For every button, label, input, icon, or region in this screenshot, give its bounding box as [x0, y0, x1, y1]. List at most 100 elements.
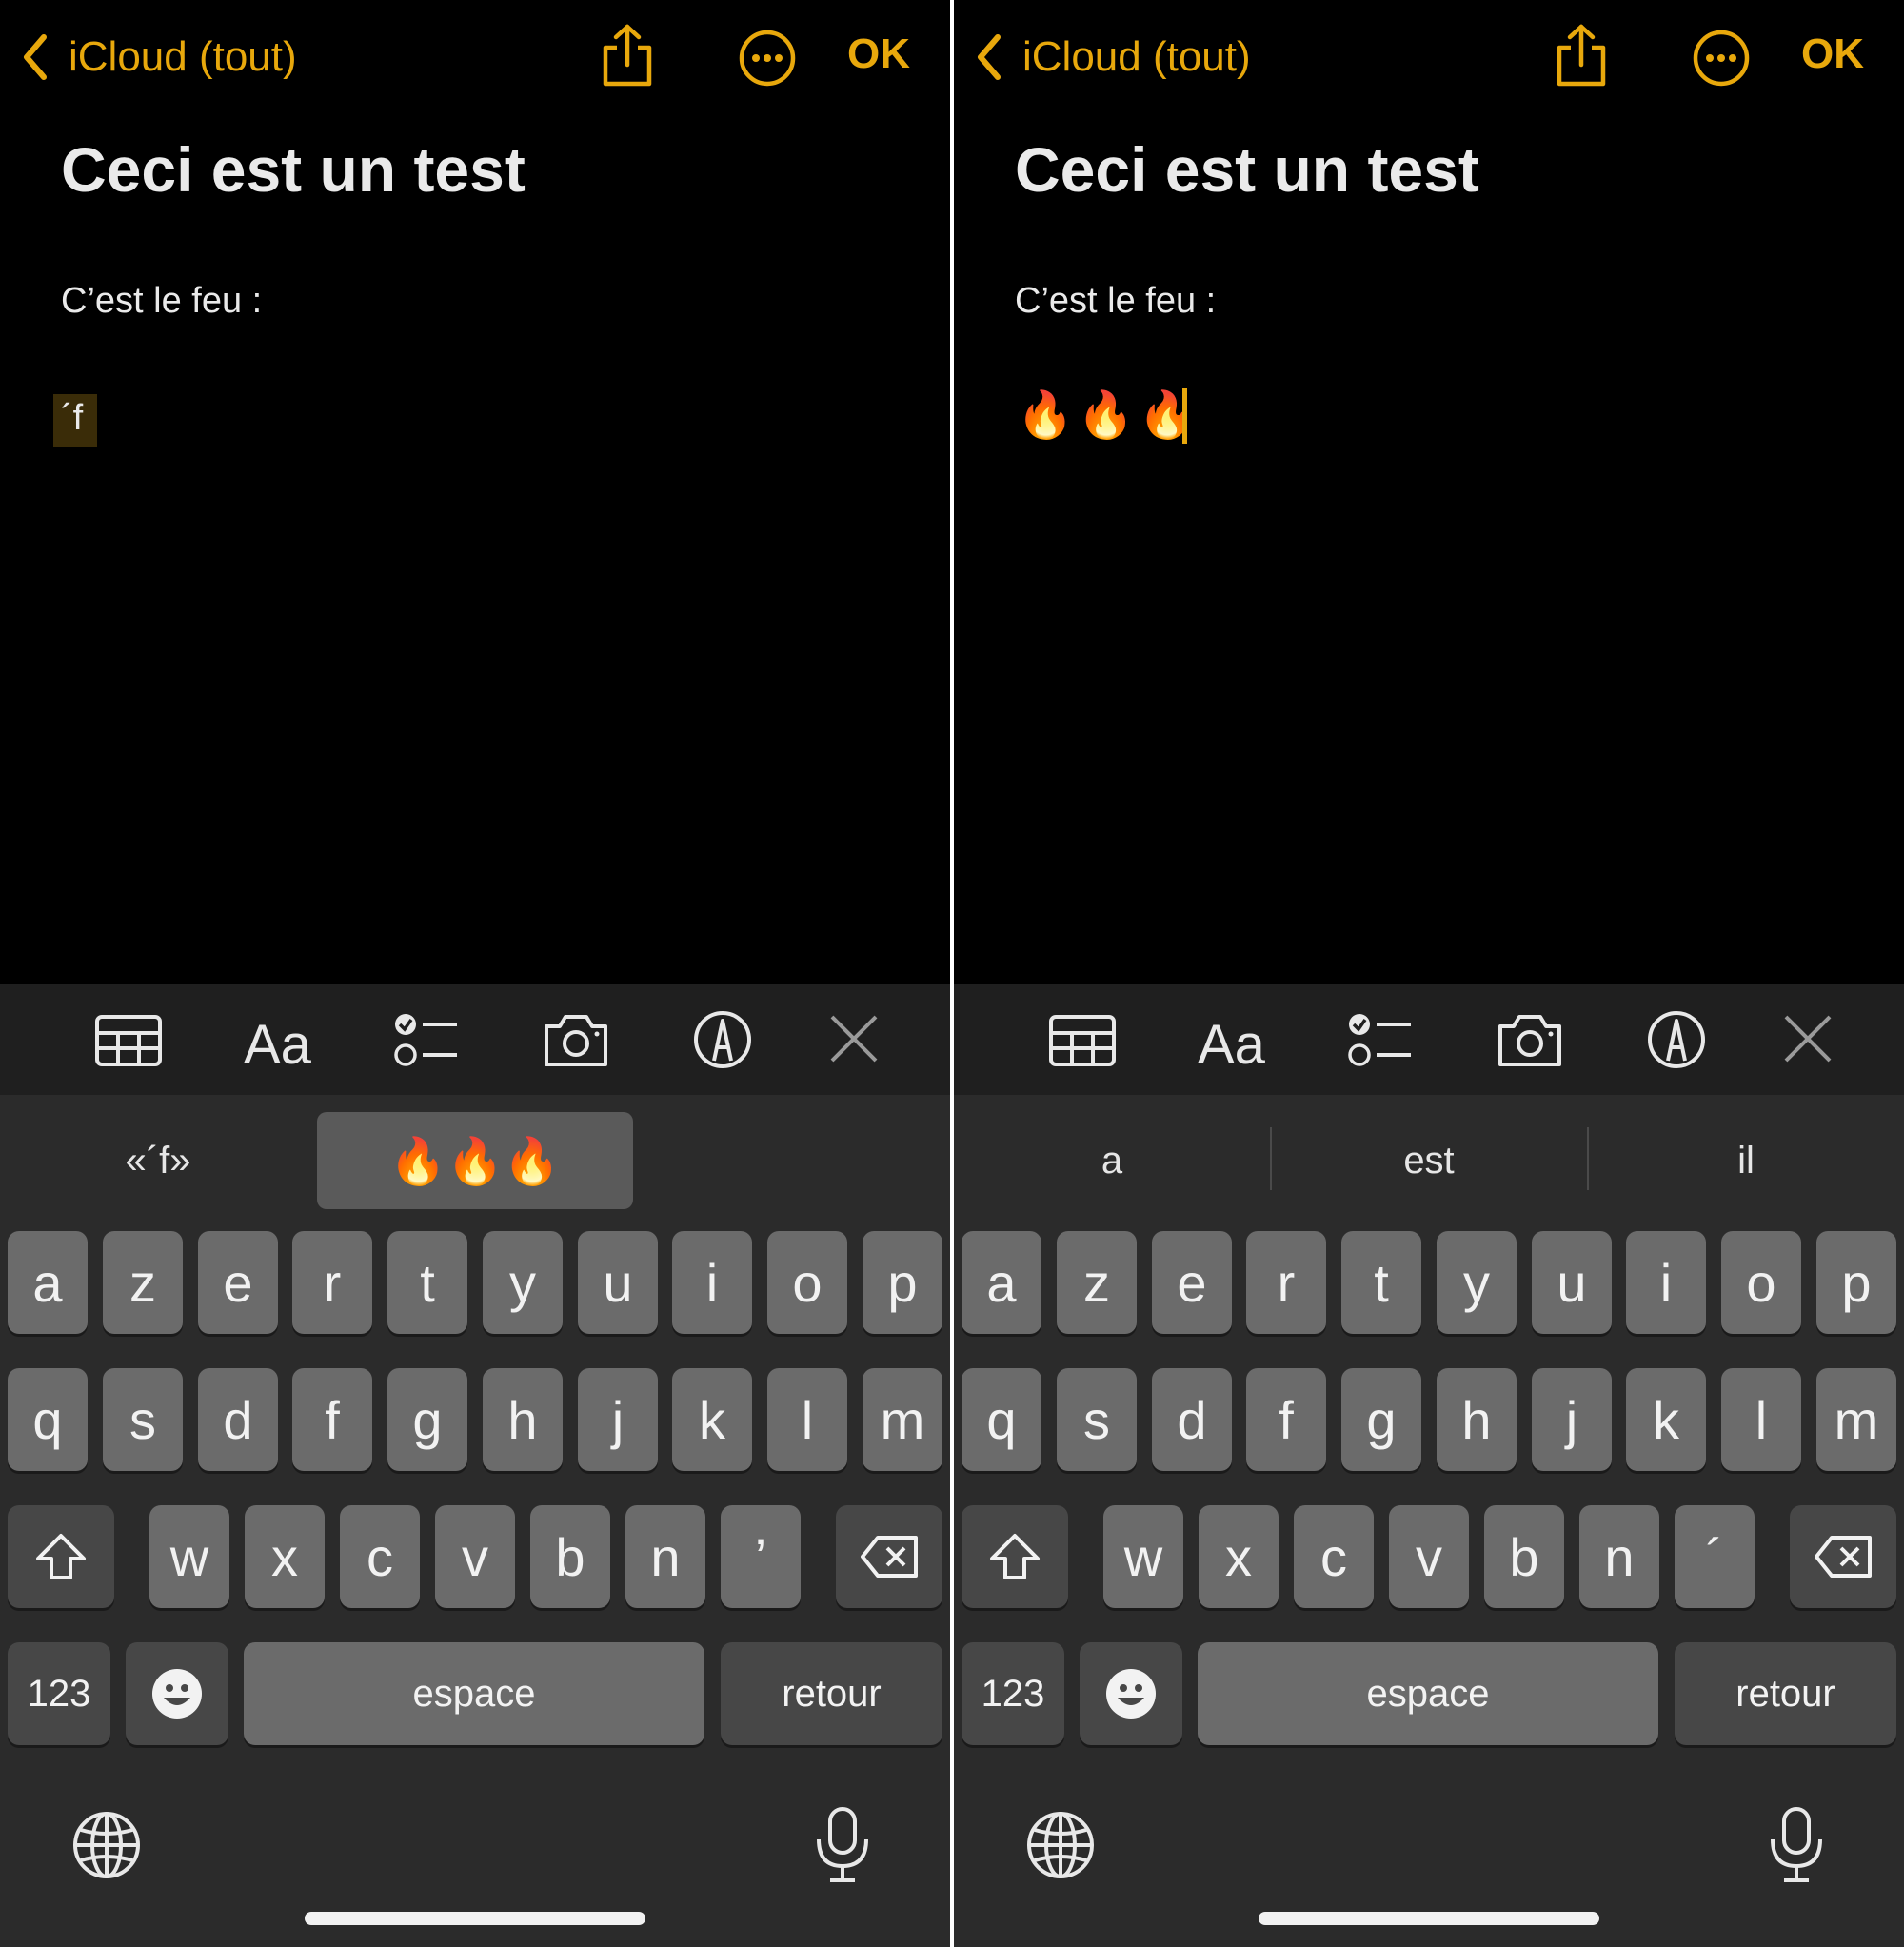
key-v[interactable]: v	[1389, 1505, 1469, 1608]
key-g[interactable]: g	[1341, 1368, 1421, 1471]
more-icon[interactable]	[1692, 29, 1751, 88]
emoji-text[interactable]: 🔥🔥🔥	[1017, 386, 1199, 447]
key-p[interactable]: p	[1816, 1231, 1896, 1334]
emoji-key[interactable]	[126, 1642, 228, 1745]
backspace-key[interactable]	[1790, 1505, 1896, 1608]
camera-icon[interactable]	[1495, 1007, 1565, 1072]
key-h[interactable]: h	[483, 1368, 563, 1471]
space-key[interactable]: espace	[244, 1642, 704, 1745]
key-s[interactable]: s	[1057, 1368, 1137, 1471]
key-n[interactable]: n	[1579, 1505, 1659, 1608]
shift-key[interactable]	[962, 1505, 1068, 1608]
back-button[interactable]: iCloud (tout)	[19, 27, 297, 88]
table-icon[interactable]	[93, 1007, 164, 1072]
suggestion-2[interactable]: 🔥🔥🔥	[317, 1112, 633, 1209]
markup-icon[interactable]	[687, 1007, 758, 1072]
suggestion-1[interactable]: «´f»	[0, 1112, 316, 1209]
ok-button[interactable]: OK	[847, 30, 910, 78]
key-acute-accent[interactable]: ´	[1675, 1505, 1755, 1608]
checklist-icon[interactable]	[1344, 1007, 1415, 1072]
key-c[interactable]: c	[1294, 1505, 1374, 1608]
key-j[interactable]: j	[578, 1368, 658, 1471]
key-l[interactable]: l	[767, 1368, 847, 1471]
note-body-text[interactable]: C’est le feu :	[61, 281, 262, 322]
numbers-key[interactable]: 123	[8, 1642, 110, 1745]
key-m[interactable]: m	[863, 1368, 942, 1471]
key-w[interactable]: w	[1103, 1505, 1183, 1608]
emoji-key[interactable]	[1080, 1642, 1182, 1745]
camera-icon[interactable]	[541, 1007, 611, 1072]
key-y[interactable]: y	[483, 1231, 563, 1334]
key-a[interactable]: a	[962, 1231, 1041, 1334]
close-icon[interactable]	[819, 1007, 889, 1072]
note-title[interactable]: Ceci est un test	[61, 133, 526, 206]
key-q[interactable]: q	[962, 1368, 1041, 1471]
key-f[interactable]: f	[292, 1368, 372, 1471]
key-v[interactable]: v	[435, 1505, 515, 1608]
key-e[interactable]: e	[1152, 1231, 1232, 1334]
key-n[interactable]: n	[625, 1505, 705, 1608]
key-z[interactable]: z	[103, 1231, 183, 1334]
return-key[interactable]: retour	[1675, 1642, 1896, 1745]
key-f[interactable]: f	[1246, 1368, 1326, 1471]
suggestion-1[interactable]: a	[954, 1112, 1270, 1209]
checklist-icon[interactable]	[390, 1007, 461, 1072]
key-m[interactable]: m	[1816, 1368, 1896, 1471]
key-k[interactable]: k	[1626, 1368, 1706, 1471]
suggestion-2[interactable]: est	[1271, 1112, 1587, 1209]
key-z[interactable]: z	[1057, 1231, 1137, 1334]
note-body-text[interactable]: C’est le feu :	[1015, 281, 1216, 322]
key-d[interactable]: d	[1152, 1368, 1232, 1471]
backspace-key[interactable]	[836, 1505, 942, 1608]
key-o[interactable]: o	[767, 1231, 847, 1334]
markup-icon[interactable]	[1641, 1007, 1712, 1072]
key-p[interactable]: p	[863, 1231, 942, 1334]
key-c[interactable]: c	[340, 1505, 420, 1608]
suggestion-3[interactable]: il	[1588, 1112, 1904, 1209]
key-x[interactable]: x	[245, 1505, 325, 1608]
marked-text[interactable]: ´f	[53, 394, 97, 447]
more-icon[interactable]	[738, 29, 797, 88]
format-button[interactable]: Aa	[244, 1013, 311, 1077]
note-title[interactable]: Ceci est un test	[1015, 133, 1479, 206]
microphone-icon[interactable]	[1765, 1805, 1828, 1885]
table-icon[interactable]	[1047, 1007, 1118, 1072]
key-l[interactable]: l	[1721, 1368, 1801, 1471]
format-button[interactable]: Aa	[1198, 1013, 1265, 1077]
key-k[interactable]: k	[672, 1368, 752, 1471]
key-d[interactable]: d	[198, 1368, 278, 1471]
ok-button[interactable]: OK	[1801, 30, 1864, 78]
key-j[interactable]: j	[1532, 1368, 1612, 1471]
key-b[interactable]: b	[530, 1505, 610, 1608]
key-o[interactable]: o	[1721, 1231, 1801, 1334]
key-b[interactable]: b	[1484, 1505, 1564, 1608]
key-apostrophe[interactable]: ’	[721, 1505, 801, 1608]
key-a[interactable]: a	[8, 1231, 88, 1334]
key-q[interactable]: q	[8, 1368, 88, 1471]
key-g[interactable]: g	[387, 1368, 467, 1471]
key-i[interactable]: i	[672, 1231, 752, 1334]
key-x[interactable]: x	[1199, 1505, 1279, 1608]
key-y[interactable]: y	[1437, 1231, 1517, 1334]
key-i[interactable]: i	[1626, 1231, 1706, 1334]
key-e[interactable]: e	[198, 1231, 278, 1334]
key-h[interactable]: h	[1437, 1368, 1517, 1471]
return-key[interactable]: retour	[721, 1642, 942, 1745]
globe-icon[interactable]	[1024, 1809, 1097, 1881]
shift-key[interactable]	[8, 1505, 114, 1608]
back-button[interactable]: iCloud (tout)	[973, 27, 1251, 88]
key-r[interactable]: r	[292, 1231, 372, 1334]
key-t[interactable]: t	[387, 1231, 467, 1334]
microphone-icon[interactable]	[811, 1805, 874, 1885]
space-key[interactable]: espace	[1198, 1642, 1658, 1745]
numbers-key[interactable]: 123	[962, 1642, 1064, 1745]
key-u[interactable]: u	[1532, 1231, 1612, 1334]
key-w[interactable]: w	[149, 1505, 229, 1608]
key-s[interactable]: s	[103, 1368, 183, 1471]
share-icon[interactable]	[600, 23, 655, 89]
key-u[interactable]: u	[578, 1231, 658, 1334]
globe-icon[interactable]	[70, 1809, 143, 1881]
share-icon[interactable]	[1554, 23, 1609, 89]
key-t[interactable]: t	[1341, 1231, 1421, 1334]
key-r[interactable]: r	[1246, 1231, 1326, 1334]
